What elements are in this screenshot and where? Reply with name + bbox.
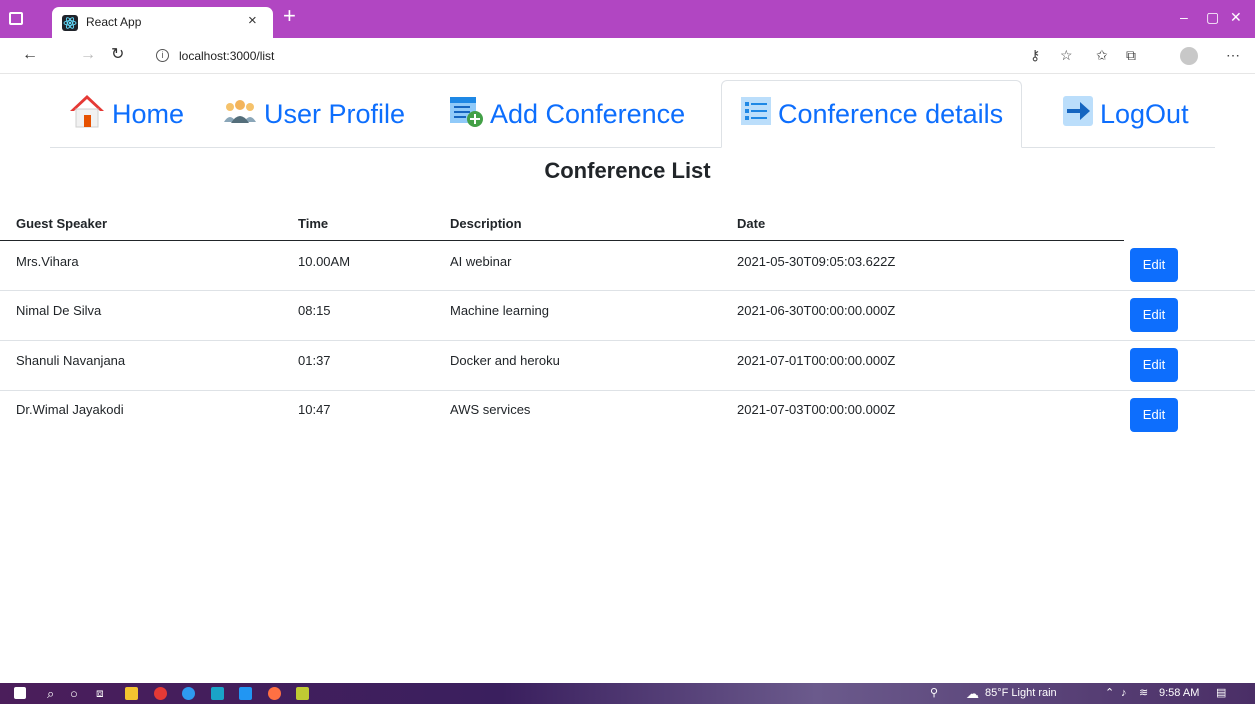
browser-tab[interactable]: React App ×: [52, 7, 273, 38]
header-divider: [0, 240, 1124, 241]
row-divider: [0, 390, 1255, 391]
notepad-icon[interactable]: [296, 687, 309, 700]
page-title: Conference List: [544, 158, 711, 183]
windows-taskbar: ⌕ ○ ⧈ ⚲ ☁ 85°F Light rain ⌃ ♪ ≋ 9:58 AM …: [0, 683, 1255, 704]
maximize-button[interactable]: ▢: [1206, 10, 1219, 24]
cell-speaker: Shanuli Navanjana: [16, 353, 126, 368]
list-icon: [740, 96, 772, 133]
cell-date: 2021-07-01T00:00:00.000Z: [737, 353, 896, 368]
cell-description: AI webinar: [450, 254, 512, 269]
edit-button[interactable]: Edit: [1130, 398, 1178, 432]
postman-icon[interactable]: [268, 687, 281, 700]
refresh-icon[interactable]: ↻: [111, 47, 124, 63]
favorites-icon[interactable]: ✩: [1096, 48, 1108, 62]
cell-time: 01:37: [298, 353, 331, 368]
nav-logout[interactable]: LogOut: [1062, 80, 1189, 148]
forward-icon[interactable]: →: [80, 47, 96, 63]
users-icon: [222, 98, 258, 131]
cell-time: 10.00AM: [298, 254, 351, 269]
notifications-icon[interactable]: ▤: [1216, 686, 1226, 701]
minimize-button[interactable]: –: [1180, 10, 1188, 24]
cell-speaker: Mrs.Vihara: [16, 254, 79, 269]
react-favicon-icon: [62, 15, 78, 31]
logout-arrow-icon: [1062, 95, 1094, 134]
edit-button[interactable]: Edit: [1130, 298, 1178, 332]
site-info-icon[interactable]: i: [156, 49, 169, 62]
back-icon[interactable]: ←: [22, 47, 38, 63]
vscode-icon[interactable]: [239, 687, 252, 700]
windows-start-icon[interactable]: [14, 687, 26, 699]
favorite-add-icon[interactable]: ☆: [1060, 48, 1073, 62]
weather-text[interactable]: 85°F Light rain: [985, 686, 1057, 701]
cell-time: 08:15: [298, 303, 331, 318]
column-header-description: Description: [450, 216, 522, 231]
column-header-guest-speaker: Guest Speaker: [16, 216, 108, 231]
webstorm-icon[interactable]: [211, 687, 224, 700]
weather-icon: ☁: [966, 686, 979, 701]
nav-home-label: Home: [112, 98, 185, 129]
cortana-icon[interactable]: ○: [70, 686, 78, 701]
cell-description: Machine learning: [450, 303, 550, 318]
collections-icon[interactable]: ⧉: [1126, 48, 1136, 62]
cell-time: 10:47: [298, 402, 331, 417]
nav-logout-label: LogOut: [1100, 98, 1189, 129]
profile-avatar[interactable]: [1180, 47, 1198, 65]
cell-date: 2021-06-30T00:00:00.000Z: [737, 303, 896, 318]
row-divider: [0, 290, 1255, 291]
task-view-icon[interactable]: ⧈: [96, 686, 104, 701]
nav-home[interactable]: Home: [68, 80, 184, 148]
url-text[interactable]: localhost:3000/list: [179, 49, 274, 63]
cell-speaker: Nimal De Silva: [16, 303, 102, 318]
home-icon: [68, 93, 106, 136]
browser-toolbar: ← → ↻ i localhost:3000/list ⚷ ☆ ✩ ⧉ ⋯: [0, 38, 1255, 74]
nav-add-conference[interactable]: Add Conference: [448, 80, 685, 148]
nav-add-conference-label: Add Conference: [490, 98, 686, 129]
file-explorer-icon[interactable]: [125, 687, 138, 700]
row-divider: [0, 340, 1255, 341]
column-header-time: Time: [298, 216, 329, 231]
edit-button[interactable]: Edit: [1130, 348, 1178, 382]
wifi-icon[interactable]: ≋: [1139, 686, 1148, 701]
edit-button[interactable]: Edit: [1130, 248, 1178, 282]
title-bar: React App × + – ▢ ✕: [0, 0, 1255, 38]
clock-text[interactable]: 9:58 AM: [1159, 686, 1199, 701]
cell-speaker: Dr.Wimal Jayakodi: [16, 402, 124, 417]
nav-user-profile[interactable]: User Profile: [222, 80, 405, 148]
app-navbar: Home User Profile Add Conference Confere…: [50, 80, 1215, 148]
close-window-button[interactable]: ✕: [1230, 10, 1242, 24]
nav-conference-details-label: Conference details: [778, 98, 1004, 129]
speaker-icon[interactable]: ♪: [1121, 686, 1127, 701]
tab-close-icon[interactable]: ×: [248, 12, 257, 29]
cell-description: Docker and heroku: [450, 353, 560, 368]
cell-description: AWS services: [450, 402, 531, 417]
cell-date: 2021-07-03T00:00:00.000Z: [737, 402, 896, 417]
add-document-icon: [448, 94, 484, 135]
nav-conference-details[interactable]: Conference details: [721, 80, 1023, 148]
opera-icon[interactable]: [154, 687, 167, 700]
window-menu-icon[interactable]: [9, 12, 23, 25]
new-tab-icon[interactable]: +: [283, 5, 296, 27]
tab-title: React App: [86, 15, 142, 29]
edge-icon[interactable]: [182, 687, 195, 700]
chevron-up-icon[interactable]: ⌃: [1105, 686, 1114, 701]
address-bar[interactable]: i localhost:3000/list: [142, 43, 1010, 69]
key-icon[interactable]: ⚷: [1030, 48, 1040, 62]
browser-window: React App × + – ▢ ✕ ← → ↻ i localhost:30…: [0, 0, 1255, 704]
more-menu-icon[interactable]: ⋯: [1226, 48, 1240, 62]
cell-date: 2021-05-30T09:05:03.622Z: [737, 254, 896, 269]
column-header-date: Date: [737, 216, 766, 231]
people-icon[interactable]: ⚲: [930, 686, 938, 701]
nav-user-profile-label: User Profile: [264, 98, 406, 129]
search-icon[interactable]: ⌕: [47, 686, 54, 701]
